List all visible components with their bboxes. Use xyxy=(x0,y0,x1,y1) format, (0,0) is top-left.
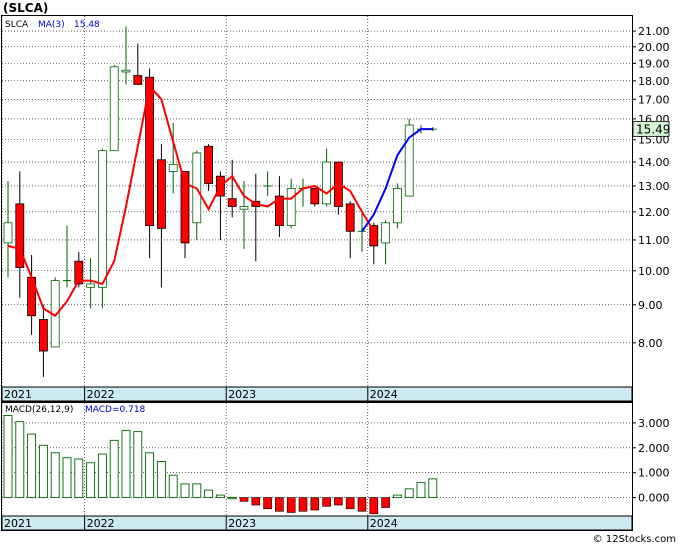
price-ytick-label: 8.00 xyxy=(638,337,663,350)
chart-svg: (SLCA) 8.00 9.00 10.00 11.00 12.00 13.00 14.00… xyxy=(1,1,676,545)
watermark: © 12Stocks.com xyxy=(593,534,676,545)
price-panel-frame xyxy=(1,15,633,402)
macd-ytick-label: 3.000 xyxy=(638,417,670,430)
price-y-axis: 8.009.0010.0011.0012.0013.0014.0015.0016… xyxy=(632,25,670,350)
macd-bar xyxy=(239,497,249,502)
candle-body xyxy=(322,161,332,205)
price-ytick-label: 13.00 xyxy=(638,180,670,193)
candle-body xyxy=(98,150,107,288)
last-price-badge: 15.49 xyxy=(632,120,670,137)
price-ytick-label: 14.00 xyxy=(638,156,670,169)
macd-y-axis: 0.000 1.000 2.000 3.000 xyxy=(632,417,670,505)
macd-bar xyxy=(192,483,202,499)
macd-bar xyxy=(133,431,143,499)
price-ytick-label: 18.00 xyxy=(638,75,670,88)
legend-ma-value: 15.48 xyxy=(74,20,100,30)
price-xtick-label: 2023 xyxy=(228,388,256,401)
macd-bar xyxy=(97,453,107,499)
candle-body xyxy=(310,188,320,205)
chart-title: (SLCA) xyxy=(3,1,48,15)
macd-bar xyxy=(404,488,414,499)
macd-bar xyxy=(145,452,155,499)
macd-legend-value: MACD=0.718 xyxy=(85,405,146,415)
macd-bar xyxy=(156,461,166,499)
macd-bar xyxy=(381,497,390,508)
price-legend: SLCA MA(3) 15.48 xyxy=(5,20,100,30)
candle-body xyxy=(392,188,402,224)
macd-bar xyxy=(215,494,225,499)
macd-bar xyxy=(86,462,96,499)
macd-ytick-label: 1.000 xyxy=(638,467,670,480)
macd-bar xyxy=(27,433,37,499)
macd-bar xyxy=(263,497,272,510)
macd-bar xyxy=(38,444,48,499)
macd-bar xyxy=(322,497,331,507)
macd-bar xyxy=(50,452,60,499)
macd-bar xyxy=(204,489,214,499)
macd-xtick-label: 2022 xyxy=(87,517,115,530)
last-price-label: 15.49 xyxy=(636,122,670,136)
macd-bar xyxy=(180,483,190,499)
macd-ytick-label: 2.000 xyxy=(638,442,670,455)
legend-ticker: SLCA xyxy=(5,20,29,30)
macd-bar xyxy=(357,497,367,512)
price-xtick-label: 2022 xyxy=(87,388,115,401)
candle-body xyxy=(109,66,119,152)
macd-bar xyxy=(251,497,261,506)
candle-body xyxy=(286,188,296,226)
macd-bar xyxy=(15,421,25,499)
price-ytick-label: 20.00 xyxy=(638,41,670,54)
macd-panel-frame xyxy=(1,402,633,531)
macd-ytick-label: 0.000 xyxy=(638,492,670,505)
candle-body xyxy=(381,222,391,244)
candle-body xyxy=(3,222,13,244)
macd-bar xyxy=(3,414,13,499)
macd-bar xyxy=(275,497,284,512)
price-ytick-label: 19.00 xyxy=(638,57,670,70)
macd-bar xyxy=(428,478,438,499)
candle-body xyxy=(39,319,48,352)
candle-body xyxy=(227,198,237,207)
candle-body xyxy=(133,75,143,85)
price-xtick-label: 2021 xyxy=(4,388,32,401)
candle-body xyxy=(204,145,214,184)
legend-ma: MA(3) xyxy=(38,20,65,30)
macd-bar xyxy=(109,439,119,499)
macd-legend-name: MACD(26,12,9) xyxy=(5,405,73,415)
price-ytick-label: 12.00 xyxy=(638,206,670,219)
macd-bar xyxy=(392,494,402,499)
candle-body xyxy=(345,203,355,232)
price-ytick-label: 21.00 xyxy=(638,25,670,38)
macd-xtick-label: 2023 xyxy=(228,517,256,530)
candle-body xyxy=(369,225,379,247)
macd-bar xyxy=(298,497,308,512)
price-ytick-label: 9.00 xyxy=(638,299,663,312)
price-xtick-label: 2024 xyxy=(370,388,398,401)
macd-bar xyxy=(121,429,131,499)
macd-bar xyxy=(168,474,178,499)
price-ytick-label: 11.00 xyxy=(638,234,670,247)
macd-bar xyxy=(310,497,320,511)
macd-bar xyxy=(345,497,355,510)
macd-bar xyxy=(74,458,84,499)
candle-body xyxy=(121,69,131,73)
macd-bar xyxy=(334,497,343,506)
macd-bar xyxy=(369,497,379,515)
macd-xtick-label: 2021 xyxy=(4,517,32,530)
candle-body xyxy=(168,163,178,172)
candle-body xyxy=(86,283,95,288)
candle-body xyxy=(239,206,249,210)
macd-bar xyxy=(286,497,296,513)
stock-chart: (SLCA) 8.00 9.00 10.00 11.00 12.00 13.00 14.00… xyxy=(0,0,680,546)
macd-bar xyxy=(416,482,426,499)
candle-body xyxy=(156,159,166,229)
macd-bar xyxy=(62,457,72,499)
price-ytick-label: 10.00 xyxy=(638,265,670,278)
macd-xtick-label: 2024 xyxy=(370,517,398,530)
macd-bar xyxy=(227,497,237,500)
price-ytick-label: 17.00 xyxy=(638,93,670,106)
